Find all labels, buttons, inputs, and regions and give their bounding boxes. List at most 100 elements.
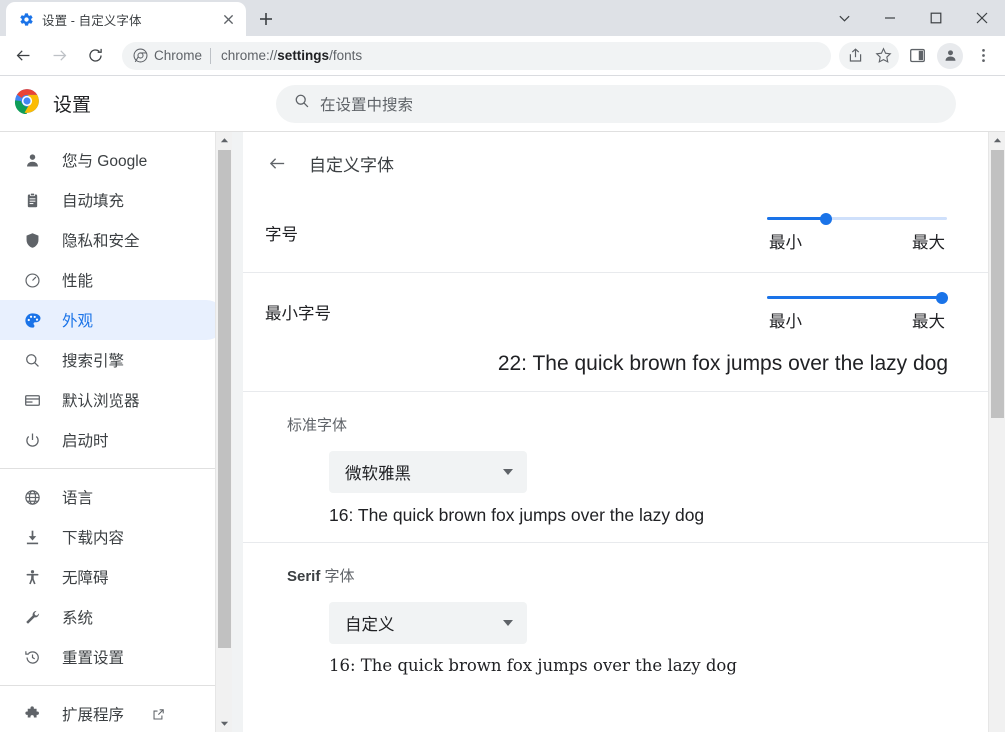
minimize-button[interactable] [867, 2, 913, 34]
main-scrollbar[interactable] [988, 132, 1005, 732]
gear-icon [18, 11, 34, 27]
sidebar-item-search-engine[interactable]: 搜索引擎 [0, 340, 226, 380]
profile-avatar[interactable] [937, 43, 963, 69]
sidebar-item-label: 扩展程序 [62, 703, 124, 725]
minimum-font-size-row: 最小字号 最小 最大 22: The quick brown fox jumps… [243, 272, 988, 391]
site-chip: Chrome [133, 48, 213, 64]
minimum-font-size-slider-knob[interactable] [936, 292, 948, 304]
sidebar-item-label: 系统 [62, 606, 93, 628]
sidebar-item-label: 下载内容 [62, 526, 124, 548]
star-icon[interactable] [869, 42, 897, 70]
minimum-font-size-label: 最小字号 [265, 300, 331, 324]
sidebar-item-privacy-security[interactable]: 隐私和安全 [0, 220, 226, 260]
sidebar-item-default-browser[interactable]: 默认浏览器 [0, 380, 226, 420]
settings-search-placeholder: 在设置中搜索 [320, 93, 413, 115]
new-tab-button[interactable] [252, 5, 280, 33]
external-link-icon [152, 708, 165, 721]
serif-font-select[interactable]: 自定义 [329, 602, 527, 644]
chevron-down-icon [503, 620, 513, 626]
sidebar-item-label: 重置设置 [62, 646, 124, 668]
reload-button[interactable] [81, 42, 109, 70]
settings-body: 您与 Google 自动填充 隐私和安全 [0, 132, 1005, 732]
subpage-title: 自定义字体 [309, 151, 394, 176]
chrome-logo [14, 88, 40, 119]
puzzle-icon [22, 704, 42, 724]
sidebar-item-on-startup[interactable]: 启动时 [0, 420, 226, 460]
maximize-button[interactable] [913, 2, 959, 34]
sidebar-item-label: 无障碍 [62, 566, 109, 588]
font-size-slider-track[interactable] [767, 217, 947, 220]
three-dot-menu-icon[interactable] [969, 42, 997, 70]
search-icon [294, 93, 310, 114]
serif-font-label-bold: Serif [287, 568, 320, 585]
minimum-font-size-slider-track[interactable] [767, 296, 947, 299]
back-arrow-icon[interactable] [267, 153, 287, 173]
wrench-icon [22, 607, 42, 627]
sidebar-scrollbar[interactable] [215, 132, 232, 732]
sidebar-item-label: 外观 [62, 309, 93, 331]
settings-brand: 设置 [0, 88, 264, 119]
address-bar[interactable]: Chrome chrome://settings/fonts [122, 42, 831, 70]
palette-icon [22, 310, 42, 330]
sidebar-item-label: 自动填充 [62, 189, 124, 211]
browser-tab[interactable]: 设置 - 自定义字体 [6, 2, 246, 36]
font-size-row: 字号 最小 最大 [243, 194, 988, 272]
font-size-label: 字号 [265, 221, 298, 245]
sidebar-item-autofill[interactable]: 自动填充 [0, 180, 226, 220]
chip-separator [210, 48, 211, 64]
slider-max-label: 最大 [912, 229, 945, 253]
window-close-button[interactable] [959, 2, 1005, 34]
sidebar-item-reset-settings[interactable]: 重置设置 [0, 637, 226, 677]
url-text: chrome://settings/fonts [221, 48, 362, 63]
settings-sidebar: 您与 Google 自动填充 隐私和安全 [0, 132, 232, 732]
scroll-down-arrow-icon[interactable] [216, 715, 232, 732]
sidebar-item-appearance[interactable]: 外观 [0, 300, 226, 340]
settings-header: 设置 在设置中搜索 [0, 76, 1005, 132]
sidebar-item-system[interactable]: 系统 [0, 597, 226, 637]
window-controls [821, 0, 1005, 36]
sidebar-item-label: 您与 Google [62, 149, 147, 171]
chrome-icon [133, 48, 148, 63]
shield-icon [22, 230, 42, 250]
settings-search-box[interactable]: 在设置中搜索 [276, 85, 956, 123]
scroll-up-arrow-icon[interactable] [989, 132, 1005, 149]
standard-font-select[interactable]: 微软雅黑 [329, 451, 527, 493]
side-panel-icon[interactable] [903, 42, 931, 70]
browser-toolbar: Chrome chrome://settings/fonts [0, 36, 1005, 76]
back-button[interactable] [9, 42, 37, 70]
url-suffix: /fonts [329, 48, 362, 63]
tab-title: 设置 - 自定义字体 [42, 10, 210, 29]
standard-font-row: 标准字体 微软雅黑 16: The quick brown fox jumps … [243, 391, 988, 542]
minimum-font-size-slider[interactable]: 最小 最大 [767, 292, 947, 332]
omnibox-action-group [839, 42, 899, 70]
scroll-up-arrow-icon[interactable] [216, 132, 232, 149]
download-icon [22, 527, 42, 547]
minimum-font-size-slider-labels: 最小 最大 [767, 308, 947, 332]
minimum-font-size-preview: 22: The quick brown fox jumps over the l… [265, 351, 970, 391]
tab-close-icon[interactable] [218, 9, 238, 29]
serif-font-label: Serif 字体 [287, 565, 948, 586]
sidebar-scrollbar-thumb[interactable] [218, 150, 231, 648]
sidebar-item-extensions[interactable]: 扩展程序 [0, 694, 226, 732]
share-icon[interactable] [841, 42, 869, 70]
url-bold: settings [277, 48, 329, 63]
search-icon [22, 350, 42, 370]
settings-card: 自定义字体 字号 最小 最大 [243, 132, 988, 732]
gauge-icon [22, 270, 42, 290]
sidebar-item-languages[interactable]: 语言 [0, 477, 226, 517]
sidebar-item-you-and-google[interactable]: 您与 Google [0, 140, 226, 180]
sidebar-item-downloads[interactable]: 下载内容 [0, 517, 226, 557]
font-size-slider[interactable]: 最小 最大 [767, 213, 947, 253]
main-scrollbar-thumb[interactable] [991, 150, 1004, 418]
site-chip-label: Chrome [154, 48, 202, 63]
power-icon [22, 430, 42, 450]
font-size-slider-fill [767, 217, 826, 220]
forward-button[interactable] [45, 42, 73, 70]
chevron-down-icon [503, 469, 513, 475]
sidebar-item-accessibility[interactable]: 无障碍 [0, 557, 226, 597]
font-size-slider-knob[interactable] [820, 213, 832, 225]
sidebar-item-performance[interactable]: 性能 [0, 260, 226, 300]
page-title: 设置 [53, 90, 91, 117]
clipboard-icon [22, 190, 42, 210]
tab-search-icon[interactable] [821, 2, 867, 34]
